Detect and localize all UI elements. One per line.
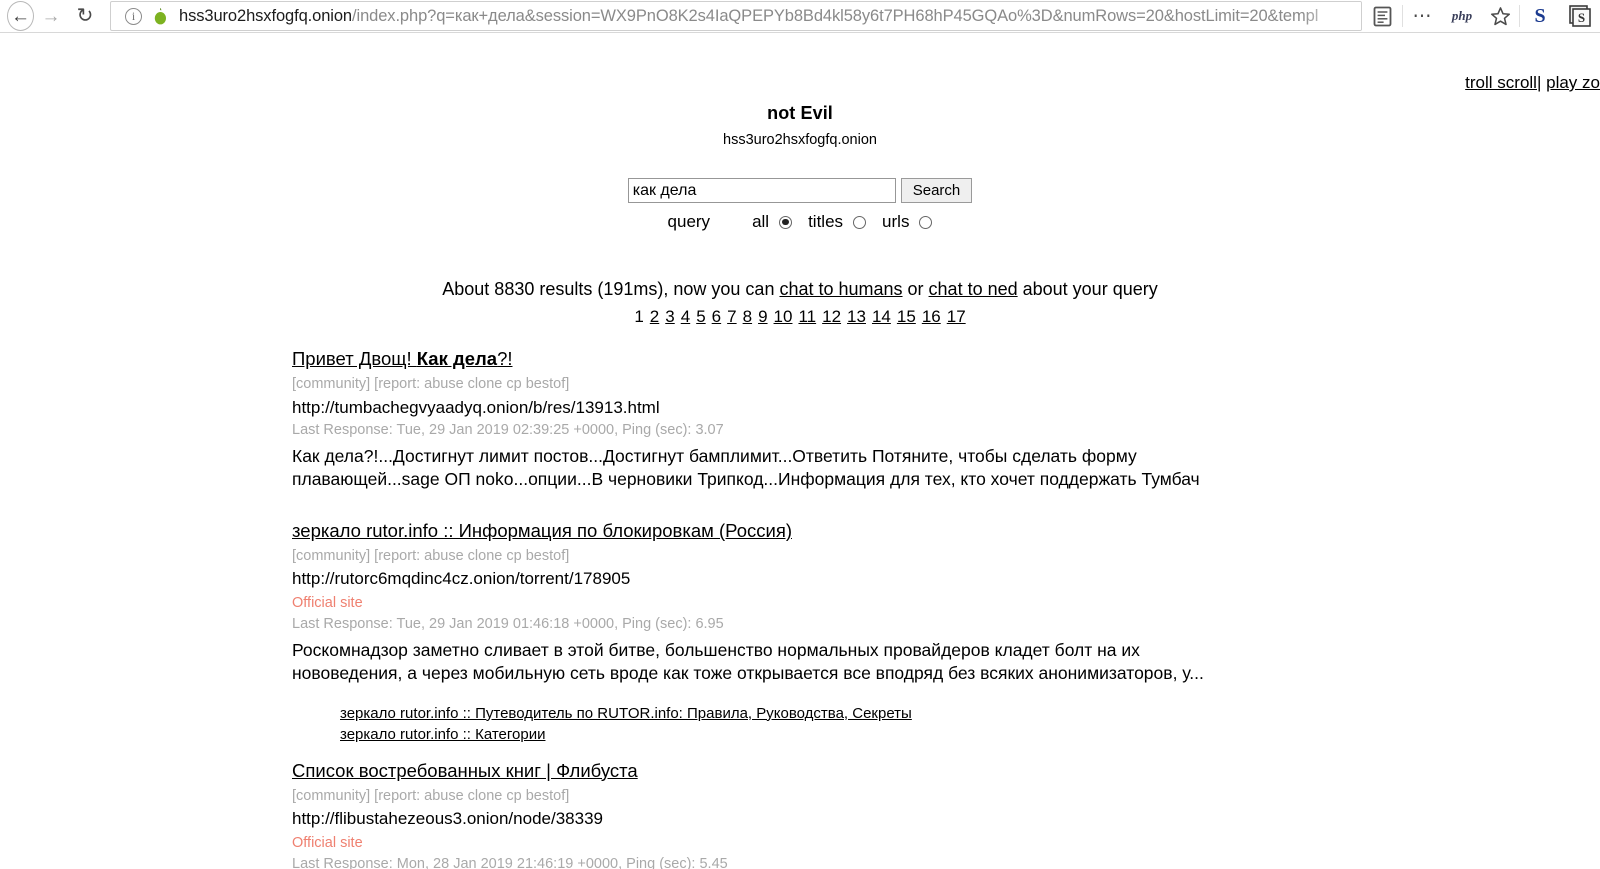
php-extension-icon[interactable]: php: [1443, 0, 1481, 33]
page-link-10[interactable]: 10: [774, 307, 793, 326]
reload-icon: ↻: [76, 5, 94, 27]
search-form: Search: [0, 178, 1600, 203]
url-host: hss3uro2hsxfogfq.onion: [179, 6, 353, 25]
chat-to-ned-link[interactable]: chat to ned: [929, 279, 1018, 299]
result-url: http://flibustahezeous3.onion/node/38339: [292, 809, 603, 829]
page-link-16[interactable]: 16: [922, 307, 941, 326]
page-link-3[interactable]: 3: [665, 307, 674, 326]
search-button[interactable]: Search: [900, 178, 973, 203]
result-spacer: [292, 491, 1580, 509]
page-link-9[interactable]: 9: [758, 307, 767, 326]
result-sublink[interactable]: зеркало rutor.info :: Путеводитель по RU…: [340, 704, 912, 724]
onion-icon: [154, 7, 166, 24]
result-meta: Last Response: Mon, 28 Jan 2019 21:46:19…: [292, 855, 728, 869]
back-arrow-icon: ←: [11, 5, 30, 27]
result-tags[interactable]: [community] [report: abuse clone cp best…: [292, 547, 1580, 567]
result-official-badge: Official site: [292, 835, 363, 852]
result-title-highlight: Как дела: [416, 348, 498, 369]
play-zo-link[interactable]: play zo: [1546, 73, 1600, 92]
result-snippet: Как дела?!...Достигнут лимит постов...До…: [292, 446, 1200, 489]
page-content: troll scroll| play zo not Evil hss3uro2h…: [0, 33, 1600, 869]
page-link-13[interactable]: 13: [847, 307, 866, 326]
browser-toolbar: ← → ↻ i hss3uro2hsxfogfq.onion/index.php…: [0, 0, 1600, 33]
troll-scroll-link[interactable]: troll scroll: [1465, 73, 1537, 92]
result-official-badge: Official site: [292, 595, 363, 612]
radio-label-titles: titles: [808, 212, 844, 231]
reader-view-icon[interactable]: [1362, 0, 1402, 33]
page-link-6[interactable]: 6: [712, 307, 721, 326]
result-snippet: Роскомнадзор заметно сливает в этой битв…: [292, 639, 1204, 683]
svg-text:S: S: [1578, 10, 1585, 25]
overflow-menu-icon[interactable]: ⋯: [1403, 0, 1443, 33]
result-title-link[interactable]: Привет Двощ! Как дела?!: [292, 347, 513, 372]
pagination: 1 2 3 4 5 6 7 8 9 10 11 12 13 14 15 16 17: [0, 307, 1600, 327]
result-title-text: Привет Двощ!: [292, 348, 417, 369]
top-right-links: troll scroll| play zo: [1465, 73, 1600, 93]
search-result: Привет Двощ! Как дела?! [community] [repo…: [292, 347, 1580, 509]
result-sublink[interactable]: зеркало rutor.info :: Категории: [340, 725, 545, 745]
page-link-8[interactable]: 8: [743, 307, 752, 326]
result-title-text-after: ?!: [497, 348, 513, 369]
result-title-link[interactable]: зеркало rutor.info :: Информация по блок…: [292, 519, 792, 544]
radio-all[interactable]: [779, 215, 793, 229]
reload-button[interactable]: ↻: [68, 0, 102, 33]
radio-label-all: all: [752, 212, 770, 231]
s-gray-extension-icon[interactable]: S: [1560, 0, 1600, 33]
search-input[interactable]: [627, 178, 896, 203]
results-mid: or: [902, 279, 929, 299]
address-bar[interactable]: i hss3uro2hsxfogfq.onion/index.php?q=как…: [110, 1, 1362, 31]
scope-label: query: [667, 212, 711, 231]
result-title-link[interactable]: Список востребованных книг | Флибуста: [292, 759, 638, 784]
page-link-7[interactable]: 7: [727, 307, 736, 326]
result-tags[interactable]: [community] [report: abuse clone cp best…: [292, 787, 1580, 807]
result-meta: Last Response: Tue, 29 Jan 2019 02:39:25…: [292, 422, 724, 439]
page-current: 1: [634, 307, 644, 326]
result-url: http://rutorc6mqdinc4cz.onion/torrent/17…: [292, 569, 631, 589]
radio-titles[interactable]: [853, 215, 867, 229]
page-link-17[interactable]: 17: [947, 307, 966, 326]
page-subtitle: hss3uro2hsxfogfq.onion: [723, 132, 877, 148]
result-url: http://tumbachegvyaadyq.onion/b/res/1391…: [292, 397, 660, 417]
page-link-2[interactable]: 2: [650, 307, 659, 326]
info-icon[interactable]: i: [125, 7, 142, 25]
radio-urls[interactable]: [919, 215, 933, 229]
url-text: hss3uro2hsxfogfq.onion/index.php?q=как+д…: [179, 7, 1318, 26]
chat-to-humans-link[interactable]: chat to humans: [779, 279, 902, 299]
page-link-5[interactable]: 5: [696, 307, 705, 326]
url-path: /index.php?q=как+дела&session=WX9PnO8K2s…: [352, 6, 1319, 25]
forward-arrow-icon: →: [41, 5, 61, 27]
result-sublinks: зеркало rutor.info :: Путеводитель по RU…: [292, 704, 1580, 745]
page-link-11[interactable]: 11: [798, 307, 816, 326]
results-prefix: About 8830 results (191ms), now you can: [442, 279, 780, 299]
search-result: зеркало rutor.info :: Информация по блок…: [292, 519, 1580, 745]
page-link-14[interactable]: 14: [872, 307, 891, 326]
page-link-12[interactable]: 12: [822, 307, 841, 326]
radio-label-urls: urls: [882, 212, 910, 231]
forward-button[interactable]: →: [34, 0, 68, 33]
search-scope-options: query all titles urls: [0, 212, 1600, 232]
results-status: About 8830 results (191ms), now you can …: [0, 279, 1600, 300]
page-title: not Evil: [767, 103, 833, 123]
results-suffix: about your query: [1017, 279, 1158, 299]
s-extension-icon[interactable]: S: [1520, 0, 1560, 33]
bookmark-star-icon[interactable]: [1481, 0, 1519, 33]
back-button-circle[interactable]: ←: [7, 1, 34, 31]
page-link-4[interactable]: 4: [681, 307, 690, 326]
result-tags[interactable]: [community] [report: abuse clone cp best…: [292, 375, 1580, 395]
toplinks-separator: |: [1536, 73, 1542, 92]
result-meta: Last Response: Tue, 29 Jan 2019 01:46:18…: [292, 616, 724, 633]
search-results-list: Привет Двощ! Как дела?! [community] [repo…: [0, 347, 1600, 869]
page-link-15[interactable]: 15: [897, 307, 916, 326]
back-button[interactable]: ←: [0, 0, 34, 33]
search-result: Список востребованных книг | Флибуста [co…: [292, 759, 1580, 869]
